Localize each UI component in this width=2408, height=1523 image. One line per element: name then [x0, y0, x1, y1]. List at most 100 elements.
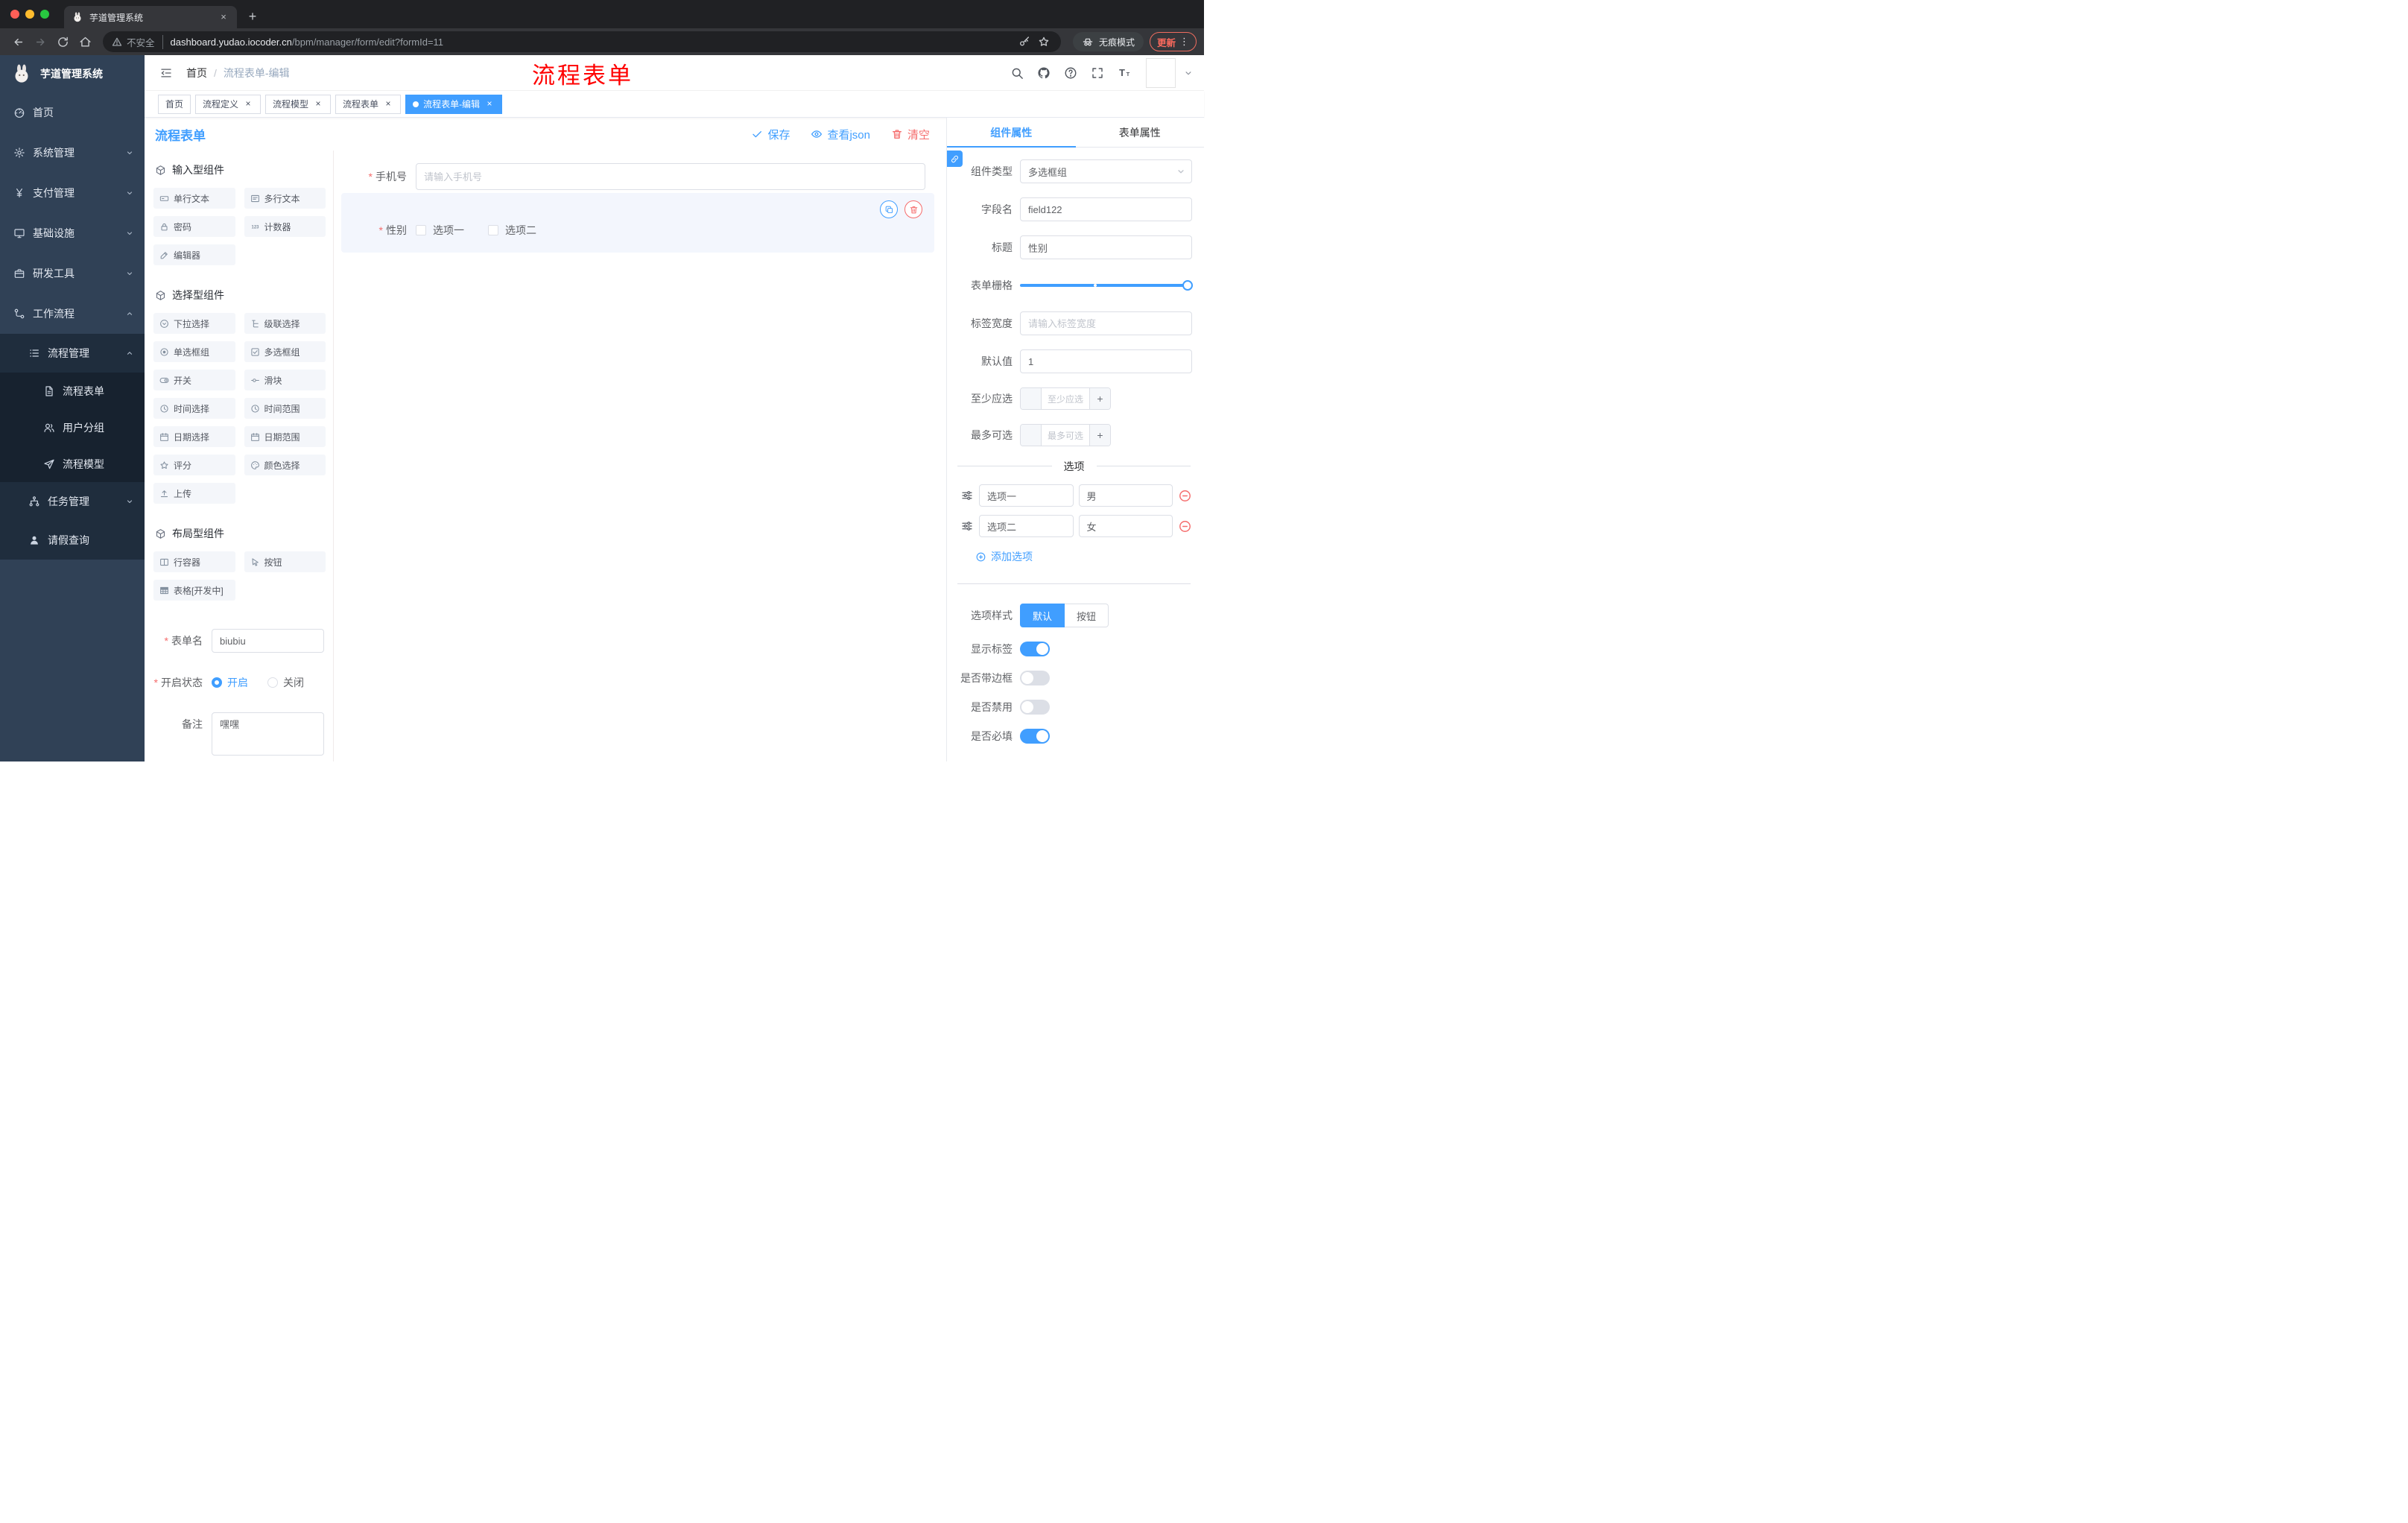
window-close-button[interactable] — [10, 10, 19, 19]
component-date-range[interactable]: 日期范围 — [244, 426, 326, 447]
font-size-button[interactable] — [1113, 62, 1135, 84]
sidebar-item-task-mgmt[interactable]: 任务管理 — [0, 482, 145, 521]
option-value-input[interactable] — [1078, 515, 1173, 537]
component-switch[interactable]: 开关 — [153, 370, 235, 390]
bookmark-star-button[interactable] — [1034, 32, 1054, 51]
back-button[interactable] — [7, 31, 28, 52]
delete-field-button[interactable] — [904, 200, 922, 218]
tag-process-form-edit[interactable]: 流程表单-编辑 × — [405, 94, 503, 114]
window-minimize-button[interactable] — [25, 10, 34, 19]
stepper-decrease-button[interactable] — [1021, 388, 1042, 409]
view-json-button[interactable]: 查看json — [811, 127, 870, 142]
style-button-button[interactable]: 按钮 — [1065, 604, 1109, 627]
copy-field-button[interactable] — [880, 200, 898, 218]
clear-button[interactable]: 清空 — [891, 127, 930, 142]
option-value-input[interactable] — [1078, 484, 1173, 507]
sidebar-item-process-model[interactable]: 流程模型 — [0, 446, 145, 482]
required-switch[interactable] — [1020, 729, 1050, 744]
new-tab-button[interactable]: + — [243, 7, 262, 26]
title-input[interactable] — [1020, 235, 1192, 259]
gender-option-1[interactable]: 选项一 — [416, 223, 464, 238]
tag-close-icon[interactable]: × — [484, 98, 495, 110]
drag-handle-icon[interactable] — [960, 519, 974, 533]
tag-close-icon[interactable]: × — [313, 98, 323, 110]
default-value-input[interactable] — [1020, 349, 1192, 373]
component-table-dev[interactable]: 表格[开发中] — [153, 580, 235, 601]
breadcrumb-home[interactable]: 首页 — [186, 66, 207, 80]
help-button[interactable] — [1059, 62, 1082, 84]
phone-input[interactable] — [416, 163, 925, 190]
slider-track[interactable] — [1020, 280, 1193, 291]
component-row-container[interactable]: 行容器 — [153, 551, 235, 572]
tag-process-form[interactable]: 流程表单 × — [335, 94, 402, 114]
field-phone[interactable]: 手机号 — [341, 162, 934, 191]
sidebar-item-dev-tools[interactable]: 研发工具 — [0, 253, 145, 294]
disabled-switch[interactable] — [1020, 700, 1050, 715]
tag-close-icon[interactable]: × — [243, 98, 253, 110]
component-multi-line-text[interactable]: 多行文本 — [244, 188, 326, 209]
address-bar[interactable]: 不安全 dashboard.yudao.iocoder.cn/bpm/manag… — [103, 31, 1061, 52]
form-remark-textarea[interactable]: 嘿嘿 — [212, 712, 324, 756]
component-select[interactable]: 下拉选择 — [153, 313, 235, 334]
tab-close-icon[interactable]: × — [218, 11, 229, 23]
window-zoom-button[interactable] — [40, 10, 49, 19]
search-button[interactable] — [1006, 62, 1028, 84]
tag-process-model[interactable]: 流程模型 × — [265, 94, 332, 114]
drag-handle-icon[interactable] — [960, 489, 974, 502]
stepper-increase-button[interactable]: + — [1089, 425, 1110, 446]
component-time-range[interactable]: 时间范围 — [244, 398, 326, 419]
field-name-input[interactable] — [1020, 197, 1192, 221]
sidebar-item-system-mgmt[interactable]: 系统管理 — [0, 133, 145, 173]
tab-form-props[interactable]: 表单属性 — [1076, 118, 1205, 147]
sidebar-item-user-group[interactable]: 用户分组 — [0, 409, 145, 446]
component-type-select[interactable]: 多选框组 — [1020, 159, 1192, 183]
sidebar-item-process-form[interactable]: 流程表单 — [0, 373, 145, 409]
sidebar-item-workflow[interactable]: 工作流程 — [0, 294, 145, 334]
stepper-increase-button[interactable]: + — [1089, 388, 1110, 409]
home-button[interactable] — [75, 31, 95, 52]
save-button[interactable]: 保存 — [751, 127, 790, 142]
component-counter[interactable]: 计数器 — [244, 216, 326, 237]
component-rate[interactable]: 评分 — [153, 455, 235, 475]
fullscreen-button[interactable] — [1086, 62, 1109, 84]
browser-update-button[interactable]: 更新 ⋮ — [1149, 32, 1197, 51]
status-on-radio[interactable]: 开启 — [212, 675, 248, 690]
component-button[interactable]: 按钮 — [244, 551, 326, 572]
component-time-picker[interactable]: 时间选择 — [153, 398, 235, 419]
component-single-line-text[interactable]: 单行文本 — [153, 188, 235, 209]
remove-option-icon[interactable] — [1178, 489, 1192, 503]
component-cascader[interactable]: 级联选择 — [244, 313, 326, 334]
option-name-input[interactable] — [979, 484, 1074, 507]
border-switch[interactable] — [1020, 671, 1050, 685]
field-gender-selected[interactable]: 性别 选项一 选项二 — [341, 193, 934, 253]
show-label-switch[interactable] — [1020, 642, 1050, 656]
checkbox-box[interactable] — [488, 225, 498, 235]
component-radio-group[interactable]: 单选框组 — [153, 341, 235, 362]
browser-tab[interactable]: 芋道管理系统 × — [64, 6, 237, 28]
component-editor[interactable]: 编辑器 — [153, 244, 235, 265]
checkbox-box[interactable] — [416, 225, 426, 235]
sidebar-toggle-button[interactable] — [152, 59, 180, 87]
option-name-input[interactable] — [979, 515, 1074, 537]
sidebar-item-home[interactable]: 首页 — [0, 92, 145, 133]
component-slider[interactable]: 滑块 — [244, 370, 326, 390]
remove-option-icon[interactable] — [1178, 519, 1192, 533]
stepper-decrease-button[interactable] — [1021, 425, 1042, 446]
github-button[interactable] — [1033, 62, 1055, 84]
reload-button[interactable] — [52, 31, 73, 52]
component-color-picker[interactable]: 颜色选择 — [244, 455, 326, 475]
label-width-input[interactable] — [1020, 311, 1192, 335]
gender-option-2[interactable]: 选项二 — [488, 223, 536, 238]
component-password[interactable]: 密码 — [153, 216, 235, 237]
password-key-button[interactable] — [1015, 32, 1034, 51]
min-select-value[interactable]: 至少应选 — [1042, 388, 1089, 409]
tag-close-icon[interactable]: × — [383, 98, 393, 110]
component-checkbox-group[interactable]: 多选框组 — [244, 341, 326, 362]
add-option-button[interactable]: 添加选项 — [975, 549, 1192, 564]
component-upload[interactable]: 上传 — [153, 483, 235, 504]
sidebar-item-payment-mgmt[interactable]: 支付管理 — [0, 173, 145, 213]
slider-handle[interactable] — [1182, 280, 1193, 291]
sidebar-item-leave-query[interactable]: 请假查询 — [0, 521, 145, 560]
style-default-button[interactable]: 默认 — [1020, 604, 1065, 627]
max-select-value[interactable]: 最多可选 — [1042, 425, 1089, 446]
